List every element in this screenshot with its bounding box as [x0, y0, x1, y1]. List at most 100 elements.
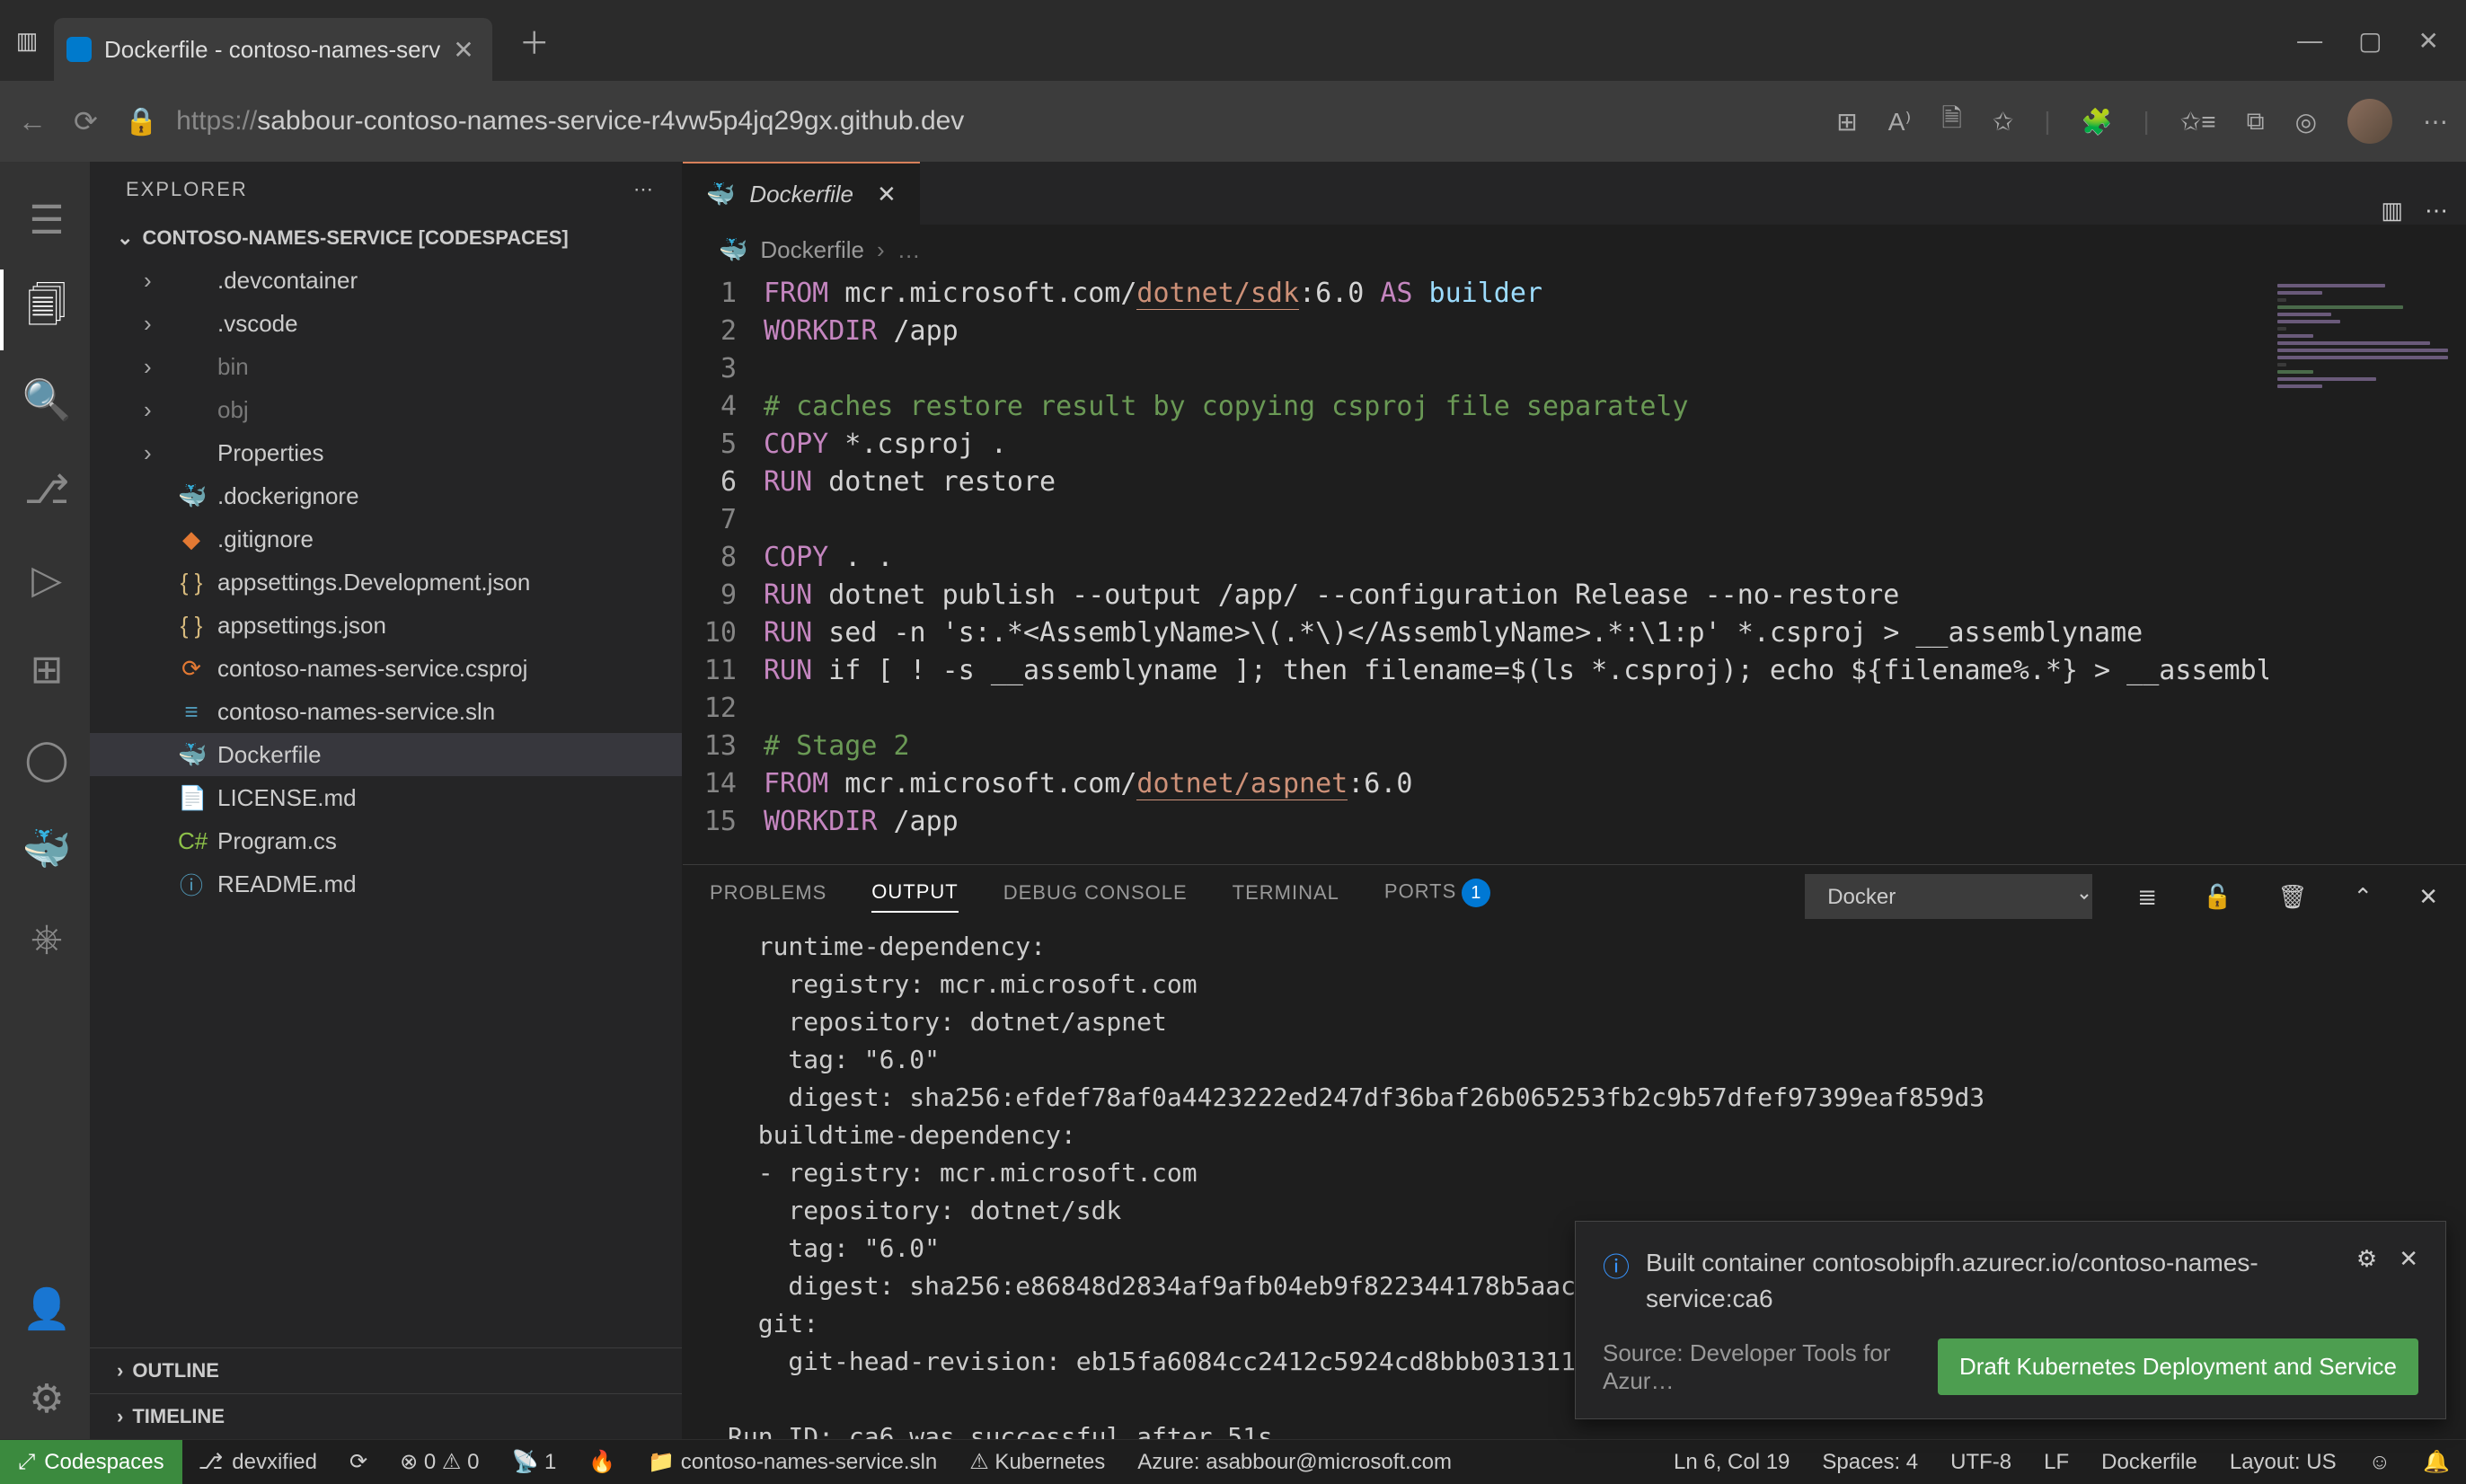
run-debug-icon[interactable]: ▷: [0, 539, 90, 620]
lock-scroll-icon[interactable]: 🔓: [2203, 883, 2232, 911]
tree-item[interactable]: { }appsettings.json: [90, 604, 682, 647]
notifications-icon[interactable]: 🔔: [2407, 1440, 2466, 1484]
tree-item[interactable]: 🐳.dockerignore: [90, 474, 682, 517]
close-toast-icon[interactable]: ✕: [2399, 1245, 2418, 1273]
close-tab-icon[interactable]: ✕: [453, 35, 473, 65]
url-field[interactable]: 🔒 https://sabbour-contoso-names-service-…: [125, 106, 1809, 137]
folder-section-header[interactable]: ⌄ CONTOSO-NAMES-SERVICE [CODESPACES]: [90, 217, 682, 259]
extensions-icon[interactable]: 🧩: [2082, 107, 2113, 137]
minimize-icon[interactable]: —: [2297, 26, 2322, 56]
tree-item[interactable]: 📄LICENSE.md: [90, 776, 682, 819]
draft-k8s-button[interactable]: Draft Kubernetes Deployment and Service: [1938, 1338, 2418, 1395]
menu-icon[interactable]: ☰: [0, 180, 90, 261]
favorite-icon[interactable]: ✩: [1993, 107, 2013, 137]
file-label: .gitignore: [217, 526, 314, 553]
toast-source: Source: Developer Tools for Azur…: [1603, 1339, 1920, 1395]
minimap[interactable]: [2268, 275, 2466, 864]
tab-output[interactable]: OUTPUT: [871, 880, 958, 913]
problems-status[interactable]: ⊗ 0 ⚠ 0: [384, 1440, 495, 1484]
explorer-icon[interactable]: 🗐: [0, 269, 90, 350]
file-label: Properties: [217, 439, 324, 467]
window-tabs-icon[interactable]: ▥: [0, 27, 54, 55]
timeline-header[interactable]: › TIMELINE: [90, 1393, 682, 1439]
azure-status[interactable]: Azure: asabbour@microsoft.com: [1121, 1440, 1468, 1484]
tree-item[interactable]: ⓘREADME.md: [90, 862, 682, 905]
close-window-icon[interactable]: ✕: [2418, 26, 2439, 56]
layout-status[interactable]: Layout: US: [2214, 1440, 2353, 1484]
editor-tab-dockerfile[interactable]: 🐳 Dockerfile ✕: [683, 162, 920, 225]
load-status[interactable]: 🔥: [572, 1440, 632, 1484]
new-tab-button[interactable]: ＋: [519, 19, 550, 63]
eol-status[interactable]: LF: [2028, 1440, 2085, 1484]
github-icon[interactable]: ◯: [0, 719, 90, 799]
file-label: README.md: [217, 870, 357, 898]
output-channel-select[interactable]: Docker: [1805, 874, 2092, 919]
tree-item[interactable]: ≡contoso-names-service.sln: [90, 690, 682, 733]
account-icon[interactable]: 👤: [0, 1268, 90, 1349]
file-label: .devcontainer: [217, 267, 358, 295]
tree-item[interactable]: { }appsettings.Development.json: [90, 561, 682, 604]
browser-tab[interactable]: Dockerfile - contoso-names-serv ✕: [54, 18, 492, 81]
remote-indicator[interactable]: ⤢Codespaces: [0, 1440, 182, 1484]
app-icon[interactable]: ⊞: [1836, 107, 1857, 137]
tree-item[interactable]: ›.devcontainer: [90, 259, 682, 302]
outline-header[interactable]: › OUTLINE: [90, 1347, 682, 1393]
tree-item[interactable]: ›.vscode: [90, 302, 682, 345]
language-mode[interactable]: Dockerfile: [2085, 1440, 2214, 1484]
tab-ports[interactable]: PORTS1: [1384, 879, 1490, 914]
source-control-icon[interactable]: ⎇: [0, 449, 90, 530]
tab-debug-console[interactable]: DEBUG CONSOLE: [1003, 881, 1188, 912]
chevron-right-icon: ›: [117, 1405, 123, 1428]
ports-status[interactable]: 📡 1: [495, 1440, 572, 1484]
filter-icon[interactable]: ≣: [2137, 883, 2158, 911]
tree-item[interactable]: ›Properties: [90, 431, 682, 474]
clear-icon[interactable]: 🗑: [2277, 883, 2308, 911]
encoding-status[interactable]: UTF-8: [1934, 1440, 2028, 1484]
maximize-panel-icon[interactable]: ⌃: [2353, 883, 2373, 911]
back-icon[interactable]: ←: [18, 105, 47, 138]
gear-icon[interactable]: ⚙: [2356, 1245, 2377, 1273]
collections-icon[interactable]: ⧉: [2247, 107, 2265, 137]
editor-more-icon[interactable]: ⋯: [2425, 197, 2448, 225]
extensions-panel-icon[interactable]: ⊞: [0, 629, 90, 710]
favorites-icon[interactable]: ✩≡: [2180, 107, 2216, 137]
feedback-icon[interactable]: ☺: [2353, 1440, 2408, 1484]
editor-tab-bar: 🐳 Dockerfile ✕ ▥ ⋯: [683, 162, 2466, 225]
code-editor[interactable]: 123456789101112131415 FROM mcr.microsoft…: [683, 275, 2466, 864]
solution-status[interactable]: 📁 contoso-names-service.sln: [632, 1440, 953, 1484]
file-label: LICENSE.md: [217, 784, 357, 812]
reader-icon[interactable]: 🗎: [1941, 100, 1962, 143]
profile-avatar[interactable]: [2347, 99, 2392, 144]
more-icon[interactable]: ⋯: [2423, 107, 2448, 137]
docker-icon[interactable]: 🐳: [0, 808, 90, 889]
sidebar-more-icon[interactable]: ⋯: [633, 178, 655, 201]
split-editor-icon[interactable]: ▥: [2381, 197, 2403, 225]
breadcrumb[interactable]: 🐳 Dockerfile › …: [683, 225, 2466, 275]
search-icon[interactable]: 🔍: [0, 359, 90, 440]
file-label: bin: [217, 353, 249, 381]
read-aloud-icon[interactable]: A⁾: [1888, 107, 1912, 137]
file-tree: ›.devcontainer›.vscode›bin›obj›Propertie…: [90, 259, 682, 1347]
tree-item[interactable]: ⟳contoso-names-service.csproj: [90, 647, 682, 690]
git-branch[interactable]: ⎇devxified: [182, 1440, 333, 1484]
close-editor-tab-icon[interactable]: ✕: [877, 181, 897, 208]
tree-item[interactable]: ◆.gitignore: [90, 517, 682, 561]
tree-item[interactable]: ›obj: [90, 388, 682, 431]
settings-icon[interactable]: ⚙: [0, 1358, 90, 1439]
tab-terminal[interactable]: TERMINAL: [1233, 881, 1339, 912]
maximize-icon[interactable]: ▢: [2358, 26, 2382, 56]
screenshot-icon[interactable]: ◎: [2295, 107, 2317, 137]
tab-problems[interactable]: PROBLEMS: [710, 881, 826, 912]
chevron-right-icon: ›: [117, 1359, 123, 1382]
refresh-icon[interactable]: ⟳: [74, 104, 98, 138]
sync-status[interactable]: ⟳: [333, 1440, 384, 1484]
close-panel-icon[interactable]: ✕: [2418, 883, 2439, 911]
kubernetes-icon[interactable]: ⎈: [0, 898, 90, 979]
tree-item[interactable]: C#Program.cs: [90, 819, 682, 862]
cursor-position[interactable]: Ln 6, Col 19: [1657, 1440, 1806, 1484]
tree-item[interactable]: 🐳Dockerfile: [90, 733, 682, 776]
indentation-status[interactable]: Spaces: 4: [1806, 1440, 1934, 1484]
file-label: contoso-names-service.sln: [217, 698, 495, 726]
kubernetes-status[interactable]: ⚠ Kubernetes: [953, 1440, 1121, 1484]
tree-item[interactable]: ›bin: [90, 345, 682, 388]
